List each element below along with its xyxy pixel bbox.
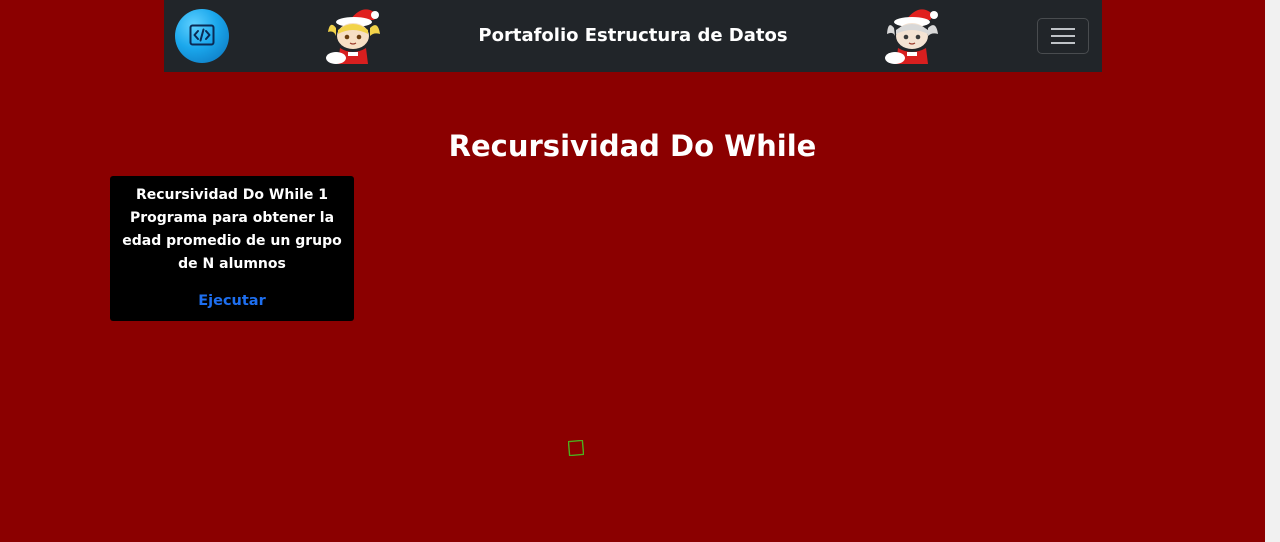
navbar-title: Portafolio Estructura de Datos xyxy=(478,25,788,46)
hamburger-menu-icon xyxy=(1051,28,1075,44)
run-link[interactable]: Ejecutar xyxy=(198,293,266,309)
page-title: Recursividad Do While xyxy=(448,129,817,164)
page: Portafolio Estructura de Datos Recursivi xyxy=(0,0,1280,542)
exercise-card: Recursividad Do While 1 Programa para ob… xyxy=(110,176,354,321)
navbar: Portafolio Estructura de Datos xyxy=(164,0,1102,72)
santa-hat-mascot-white-hair-image xyxy=(885,9,938,64)
square-marker-icon xyxy=(568,440,584,456)
navbar-toggler-button[interactable] xyxy=(1037,18,1089,54)
card-title: Recursividad Do While 1 Programa para ob… xyxy=(122,187,342,272)
vertical-scrollbar[interactable] xyxy=(1265,0,1280,542)
